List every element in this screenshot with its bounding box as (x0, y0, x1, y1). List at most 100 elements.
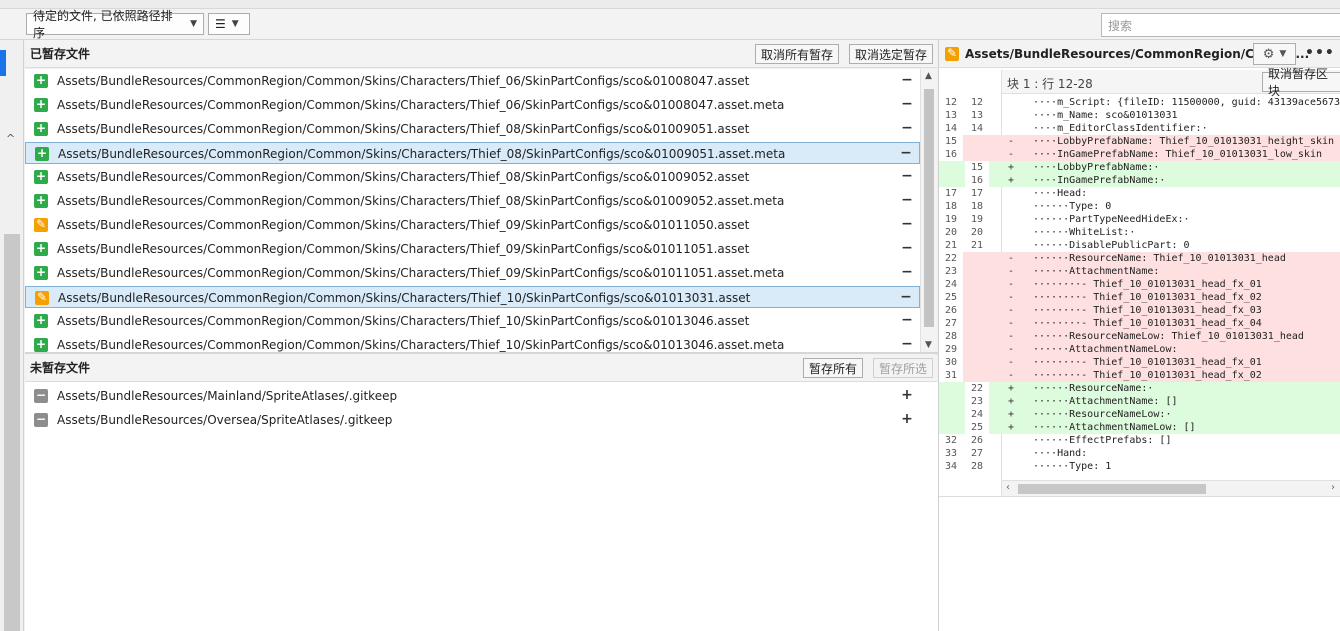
code-text: ······DisablePublicPart: 0 (1033, 240, 1190, 251)
code-text: ········- Thief_10_01013031_head_fx_03 (1033, 305, 1262, 316)
added-icon: + (35, 146, 49, 161)
file-row[interactable]: + Assets/BundleResources/CommonRegion/Com… (25, 334, 920, 352)
chevron-up-icon[interactable]: ^ (6, 132, 15, 145)
unstage-file-icon[interactable]: − (900, 73, 914, 88)
file-path: Assets/BundleResources/CommonRegion/Comm… (57, 314, 750, 328)
diff-line: 23 + ······AttachmentName: [] (939, 395, 1340, 408)
file-path: Assets/BundleResources/Oversea/SpriteAtl… (57, 413, 393, 427)
file-row[interactable]: + Assets/BundleResources/CommonRegion/Com… (25, 166, 920, 188)
file-row[interactable]: + Assets/BundleResources/CommonRegion/Com… (25, 190, 920, 212)
code-text: ····Hand: (1033, 448, 1088, 459)
stage-selected-button[interactable]: 暂存所选 (873, 358, 934, 378)
diff-line: 25 - ········- Thief_10_01013031_head_fx_0… (939, 291, 1340, 304)
unstage-file-icon[interactable]: − (899, 146, 913, 161)
added-icon: + (34, 73, 48, 88)
diff-settings-button[interactable]: ⚙ ▼ (1253, 43, 1296, 65)
new-line-number: 24 (965, 408, 989, 421)
diff-line: 12 12 ····m_Script: {fileID: 11500000, gui… (939, 96, 1340, 109)
staged-files-header: 已暂存文件 取消所有暂存 取消选定暂存 (25, 40, 937, 68)
view-mode-dropdown[interactable]: ☰ ▼ (208, 13, 250, 35)
modified-icon: ✎ (945, 46, 959, 61)
staged-list-scrollbar[interactable]: ▲ ▼ (920, 69, 937, 352)
file-filter-label: 待定的文件, 已依照路径排序 (33, 9, 173, 40)
file-row[interactable]: − Assets/BundleResources/Mainland/SpriteA… (25, 385, 920, 407)
file-row[interactable]: − Assets/BundleResources/Oversea/SpriteAt… (25, 409, 920, 431)
unstage-file-icon[interactable]: − (900, 337, 914, 352)
unstage-file-icon[interactable]: − (900, 217, 914, 232)
new-line-number: 20 (965, 226, 989, 239)
file-row[interactable]: ✎ Assets/BundleResources/CommonRegion/Com… (25, 214, 920, 236)
unstage-file-icon[interactable]: − (900, 241, 914, 256)
file-path: Assets/BundleResources/CommonRegion/Comm… (57, 338, 785, 352)
modified-icon: ✎ (35, 290, 49, 305)
diff-line: 26 - ········- Thief_10_01013031_head_fx_0… (939, 304, 1340, 317)
chevron-down-icon[interactable]: ▼ (925, 340, 932, 350)
unstage-all-button[interactable]: 取消所有暂存 (755, 44, 840, 64)
code-text: ······PartTypeNeedHideEx:· (1033, 214, 1190, 225)
diff-sign: - (1008, 279, 1015, 290)
diff-horizontal-scrollbar[interactable]: ‹ › (1002, 480, 1340, 496)
old-line-number: 31 (939, 369, 963, 382)
diff-pane: ✎ Assets/BundleResources/CommonRegion/Co… (938, 40, 1340, 631)
scrollbar-thumb[interactable] (924, 89, 934, 327)
code-text: ········- Thief_10_01013031_head_fx_02 (1033, 370, 1262, 381)
old-line-number: 20 (939, 226, 963, 239)
file-row[interactable]: + Assets/BundleResources/CommonRegion/Com… (25, 142, 920, 164)
chevron-down-icon: ▼ (190, 19, 197, 29)
new-line-number: 12 (965, 96, 989, 109)
unstage-file-icon[interactable]: − (900, 313, 914, 328)
code-text: ······ResourceNameLow: Thief_10_01013031… (1033, 331, 1304, 342)
old-line-number: 13 (939, 109, 963, 122)
file-row[interactable]: + Assets/BundleResources/CommonRegion/Com… (25, 118, 920, 140)
old-line-number: 28 (939, 330, 963, 343)
diff-sign: - (1008, 253, 1015, 264)
code-text: ······WhiteList:· (1033, 227, 1136, 238)
unstaged-files-title: 未暂存文件 (30, 361, 91, 375)
diff-sign: + (1008, 162, 1015, 173)
diff-line: 24 - ········- Thief_10_01013031_head_fx_0… (939, 278, 1340, 291)
file-row[interactable]: + Assets/BundleResources/CommonRegion/Com… (25, 262, 920, 284)
file-row[interactable]: + Assets/BundleResources/CommonRegion/Com… (25, 238, 920, 260)
unstaged-file-list: − Assets/BundleResources/Mainland/SpriteA… (25, 384, 938, 444)
old-line-number: 26 (939, 304, 963, 317)
diff-code-area[interactable]: 12 12 ····m_Script: {fileID: 11500000, gui… (939, 96, 1340, 481)
new-line-number: 27 (965, 447, 989, 460)
unstaged-pane: − Assets/BundleResources/Mainland/SpriteA… (25, 382, 938, 631)
code-text: ······ResourceNameLow:· (1033, 409, 1172, 420)
chevron-right-icon[interactable]: › (1331, 482, 1335, 493)
sidebar-scrollbar[interactable] (4, 234, 20, 631)
more-options-icon[interactable]: ••• (1305, 45, 1335, 61)
search-input[interactable]: 搜索 (1101, 13, 1340, 37)
file-row[interactable]: + Assets/BundleResources/CommonRegion/Com… (25, 94, 920, 116)
unstage-file-icon[interactable]: − (899, 290, 913, 305)
untracked-icon: − (34, 412, 48, 427)
stage-all-button[interactable]: 暂存所有 (803, 358, 864, 378)
file-row[interactable]: + Assets/BundleResources/CommonRegion/Com… (25, 70, 920, 92)
code-text: ······ResourceName: Thief_10_01013031_he… (1033, 253, 1286, 264)
unstage-selected-button[interactable]: 取消选定暂存 (849, 44, 934, 64)
file-filter-dropdown[interactable]: 待定的文件, 已依照路径排序 ▼ (26, 9, 204, 40)
diff-line: 20 20 ······WhiteList:· (939, 226, 1340, 239)
file-row[interactable]: ✎ Assets/BundleResources/CommonRegion/Com… (25, 286, 920, 308)
unstage-file-icon[interactable]: − (900, 169, 914, 184)
chevron-up-icon[interactable]: ▲ (925, 71, 932, 81)
added-icon: + (34, 241, 48, 256)
diff-line: 24 + ······ResourceNameLow:· (939, 408, 1340, 421)
untracked-icon: − (34, 388, 48, 403)
diff-line: 16 - ····InGamePrefabName: Thief_10_010130… (939, 148, 1340, 161)
code-text: ········- Thief_10_01013031_head_fx_02 (1033, 292, 1262, 303)
chevron-left-icon[interactable]: ‹ (1006, 482, 1010, 493)
unstage-file-icon[interactable]: − (900, 121, 914, 136)
unstage-hunk-button[interactable]: 取消暂存区块 (1262, 67, 1340, 98)
file-row[interactable]: + Assets/BundleResources/CommonRegion/Com… (25, 310, 920, 332)
unstage-file-icon[interactable]: − (900, 265, 914, 280)
added-icon: + (34, 169, 48, 184)
stage-file-icon[interactable]: + (900, 388, 914, 403)
diff-line: 33 27 ····Hand: (939, 447, 1340, 460)
stage-file-icon[interactable]: + (900, 412, 914, 427)
file-path: Assets/BundleResources/CommonRegion/Comm… (58, 291, 751, 305)
unstage-file-icon[interactable]: − (900, 97, 914, 112)
code-text: ········- Thief_10_01013031_head_fx_01 (1033, 279, 1262, 290)
scrollbar-thumb[interactable] (1018, 484, 1206, 494)
unstage-file-icon[interactable]: − (900, 193, 914, 208)
